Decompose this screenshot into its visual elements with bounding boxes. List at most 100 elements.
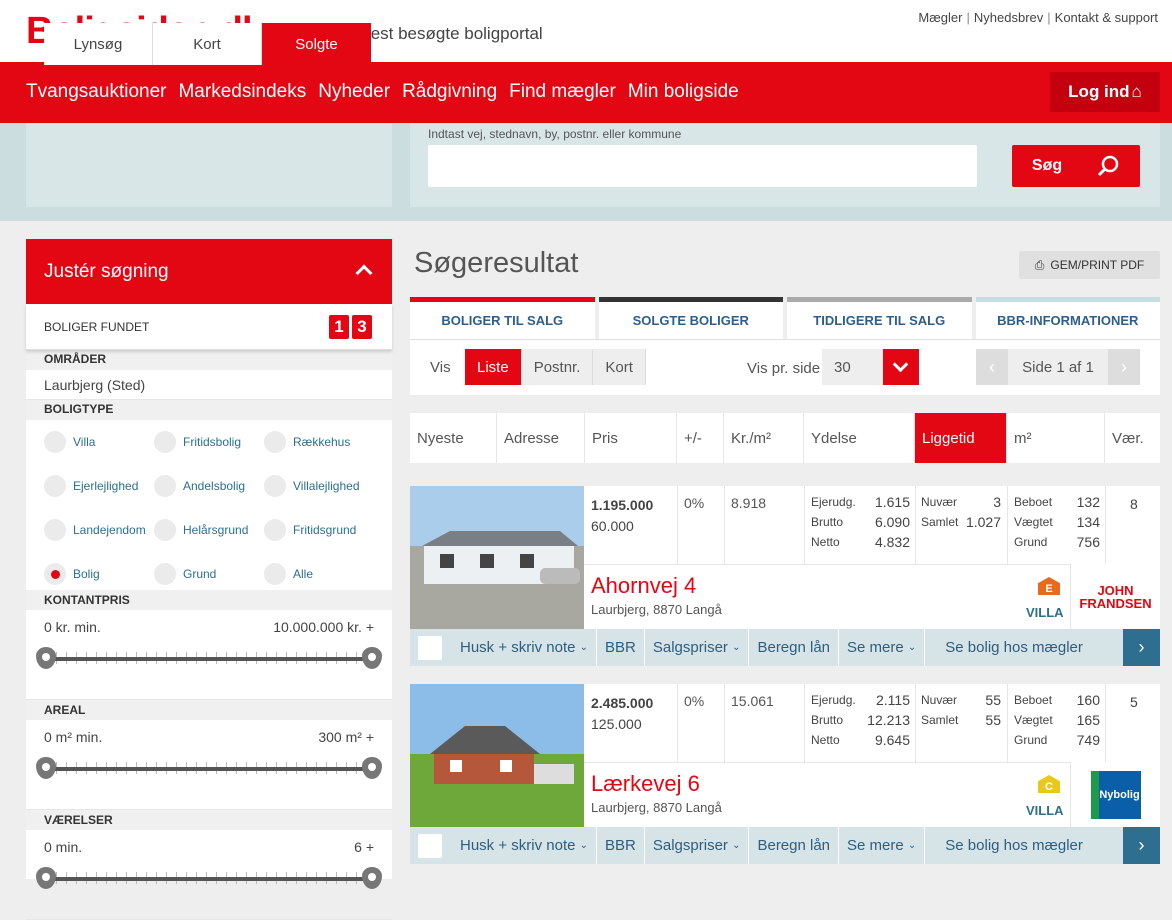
slider-handle-max[interactable] [362, 867, 382, 889]
se-mere-button[interactable]: Se mere ⌄ [839, 827, 926, 864]
search-input[interactable] [428, 145, 977, 187]
listing-address[interactable]: Lærkevej 6 [591, 771, 700, 797]
listing-downpayment: 125.000 [591, 716, 642, 732]
tab-lynsoeg[interactable]: Lynsøg [44, 23, 153, 65]
chevron-down-icon: ⌄ [579, 642, 589, 653]
slider-handle-min[interactable] [36, 647, 56, 669]
tab-bbr-informationer[interactable]: BBR-INFORMATIONER [975, 297, 1160, 339]
sort-m2[interactable]: m² [1007, 413, 1105, 463]
nav-item-nyheder[interactable]: Nyheder [318, 81, 390, 103]
sort-ydelse[interactable]: Ydelse [804, 413, 915, 463]
nav-item-raadgivning[interactable]: Rådgivning [402, 81, 497, 103]
type-bolig[interactable]: Bolig [44, 558, 154, 590]
top-link-nyhedsbrev[interactable]: Nyhedsbrev [974, 10, 1043, 25]
beregn-laan-button[interactable]: Beregn lån [749, 629, 840, 666]
search-icon [1098, 155, 1119, 177]
bbr-button[interactable]: BBR [597, 827, 645, 864]
chevron-down-icon[interactable] [883, 349, 919, 385]
type-fritidsgrund[interactable]: Fritidsgrund [264, 514, 384, 546]
listing-type: VILLA [1026, 605, 1064, 620]
sort-plusminus[interactable]: +/- [677, 413, 724, 463]
type-fritidsbolig[interactable]: Fritidsbolig [154, 426, 264, 458]
sidebar-header[interactable]: Justér søgning [26, 239, 392, 304]
brutto: 12.213 [867, 712, 910, 728]
login-button[interactable]: Log ind ⌂ [1050, 72, 1160, 112]
top-link-kontakt[interactable]: Kontakt & support [1055, 10, 1158, 25]
note-button[interactable]: Husk + skriv note ⌄ [452, 629, 598, 666]
property-photo[interactable] [410, 684, 584, 827]
bbr-button[interactable]: BBR [597, 629, 645, 666]
nav-item-tvangsauktioner[interactable]: Tvangsauktioner [26, 81, 166, 103]
per-page-select[interactable]: 30 [822, 349, 919, 385]
slider-handle-min[interactable] [36, 757, 56, 779]
listing-address[interactable]: Ahornvej 4 [591, 573, 696, 599]
chevron-down-icon: ⌄ [579, 840, 589, 851]
energy-label-badge: C [1038, 775, 1060, 793]
type-villalejlighed[interactable]: Villalejlighed [264, 470, 384, 502]
beregn-laan-button[interactable]: Beregn lån [749, 827, 840, 864]
print-pdf-button[interactable]: ⎙ GEM/PRINT PDF [1019, 251, 1160, 279]
slider-handle-min[interactable] [36, 867, 56, 889]
se-bolig-hos-maegler-button[interactable]: Se bolig hos mægler [925, 629, 1091, 666]
view-postnr-button[interactable]: Postnr. [521, 349, 594, 385]
sort-adresse[interactable]: Adresse [497, 413, 585, 463]
energy-label-badge: E [1038, 577, 1060, 595]
se-bolig-hos-maegler-button[interactable]: Se bolig hos mægler [925, 827, 1091, 864]
note-button[interactable]: Husk + skriv note ⌄ [452, 827, 598, 864]
next-page-button[interactable]: › [1108, 349, 1140, 385]
agent-logo[interactable]: JOHN FRANDSEN [1070, 564, 1160, 630]
salgspriser-button[interactable]: Salgspriser ⌄ [645, 629, 750, 666]
tab-tidligere-til-salg[interactable]: TIDLIGERE TIL SALG [787, 297, 972, 339]
area-value[interactable]: Laurbjerg (Sted) [26, 370, 392, 400]
sort-vaer[interactable]: Vær. [1105, 413, 1160, 463]
tab-solgte-boliger[interactable]: SOLGTE BOLIGER [598, 297, 783, 339]
type-andelsbolig[interactable]: Andelsbolig [154, 470, 264, 502]
type-ejerlejlighed[interactable]: Ejerlejlighed [44, 470, 154, 502]
type-landejendom[interactable]: Landejendom [44, 514, 154, 546]
nav-item-find-maegler[interactable]: Find mægler [509, 81, 616, 103]
sort-kr-m2[interactable]: Kr./m² [724, 413, 804, 463]
agent-logo[interactable]: Nybolig [1070, 762, 1160, 828]
search-button[interactable]: Søg [1012, 145, 1140, 187]
view-label: Vis [430, 359, 451, 376]
note-checkbox[interactable] [418, 635, 442, 660]
sort-liggetid[interactable]: Liggetid [915, 413, 1007, 463]
top-link-maegler[interactable]: Mægler [918, 10, 962, 25]
property-photo[interactable] [410, 486, 584, 629]
listing-price-per-m2: 15.061 [731, 693, 774, 709]
rooms-slider[interactable] [26, 864, 392, 920]
note-checkbox[interactable] [418, 833, 442, 858]
results-found: BOLIGER FUNDET 13 [26, 304, 392, 350]
tab-boliger-til-salg[interactable]: BOLIGER TIL SALG [410, 297, 595, 339]
top-links: Mægler | Nyhedsbrev | Kontakt & support [918, 10, 1158, 25]
ejerudgift: 1.615 [874, 494, 910, 510]
type-alle[interactable]: Alle [264, 558, 384, 590]
chevron-right-icon[interactable]: › [1123, 827, 1160, 864]
listing-price-per-m2: 8.918 [731, 495, 767, 511]
type-villa[interactable]: Villa [44, 426, 154, 458]
prev-page-button[interactable]: ‹ [976, 349, 1008, 385]
rooms-heading: VÆRELSER [26, 810, 392, 830]
type-grund[interactable]: Grund [154, 558, 264, 590]
view-liste-button[interactable]: Liste [465, 349, 522, 385]
nav-item-markedsindeks[interactable]: Markedsindeks [178, 81, 306, 103]
price-slider[interactable] [26, 644, 392, 700]
se-mere-button[interactable]: Se mere ⌄ [839, 629, 926, 666]
view-kort-button[interactable]: Kort [593, 349, 646, 385]
tab-solgte[interactable]: Solgte [262, 23, 371, 65]
chevron-up-icon [355, 264, 373, 282]
listing-downpayment: 60.000 [591, 518, 634, 534]
sort-pris[interactable]: Pris [585, 413, 677, 463]
slider-handle-max[interactable] [362, 647, 382, 669]
area-slider[interactable] [26, 754, 392, 810]
type-raekkehus[interactable]: Rækkehus [264, 426, 384, 458]
salgspriser-button[interactable]: Salgspriser ⌄ [645, 827, 750, 864]
nav-item-min-boligside[interactable]: Min boligside [628, 81, 739, 103]
chevron-right-icon[interactable]: › [1123, 629, 1160, 666]
slider-handle-max[interactable] [362, 757, 382, 779]
type-helaarsgrund[interactable]: Helårsgrund [154, 514, 264, 546]
sort-nyeste[interactable]: Nyeste [410, 413, 497, 463]
sort-bar: Nyeste Adresse Pris +/- Kr./m² Ydelse Li… [410, 413, 1160, 463]
listing-price: 2.485.000 [591, 695, 654, 711]
tab-kort[interactable]: Kort [153, 23, 262, 65]
